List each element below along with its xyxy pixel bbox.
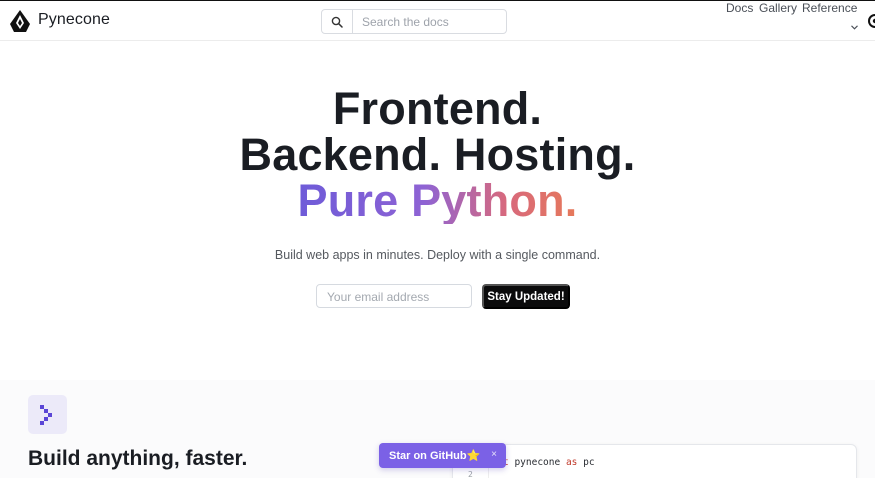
hero-line-backend-hosting: Backend. Hosting. <box>239 129 636 180</box>
email-field[interactable]: Your email address <box>316 284 472 308</box>
docs-search[interactable]: Search the docs <box>321 9 507 34</box>
line-number: 2 <box>468 470 473 478</box>
star-on-github-toast[interactable]: Star on GitHub⭐ × <box>379 443 506 468</box>
close-icon[interactable]: × <box>491 449 497 460</box>
code-keyword-as: as <box>565 457 578 468</box>
top-navbar: Pynecone Search the docs Docs Gallery Re… <box>0 1 875 41</box>
toast-label[interactable]: Star on GitHub <box>389 450 467 462</box>
nav-link-docs[interactable]: Docs <box>726 1 753 15</box>
hero-tagline: Build web apps in minutes. Deploy with a… <box>274 248 601 262</box>
nav-link-gallery[interactable]: Gallery <box>759 1 797 15</box>
star-on-github-link[interactable]: Star on GitHub⭐ <box>389 449 480 462</box>
brand-name[interactable]: Pynecone <box>38 11 110 29</box>
hero-line-pure-python: Pure Python. <box>297 175 578 226</box>
pynecone-logo-icon[interactable] <box>9 9 31 33</box>
code-alias: pc <box>583 457 595 468</box>
stay-updated-button[interactable]: Stay Updated! <box>482 284 570 309</box>
terminal-prompt-icon <box>28 395 67 434</box>
code-module: pynecone <box>514 457 561 468</box>
email-placeholder: Your email address <box>327 290 430 304</box>
chevron-down-icon[interactable] <box>851 17 858 35</box>
code-snippet: 2 t pynecone as pc <box>452 444 857 478</box>
feature-title: Build anything, faster. <box>28 447 248 470</box>
hero-line-frontend: Frontend. <box>332 83 543 134</box>
hero-heading: Frontend. Backend. Hosting. Pure Python. <box>0 86 875 224</box>
code-line: t pynecone as pc <box>503 457 595 468</box>
github-icon[interactable] <box>868 14 875 33</box>
nav-link-reference[interactable]: Reference <box>802 1 857 15</box>
search-input[interactable]: Search the docs <box>362 15 449 29</box>
star-icon: ⭐ <box>466 450 481 462</box>
search-icon[interactable] <box>322 10 353 33</box>
